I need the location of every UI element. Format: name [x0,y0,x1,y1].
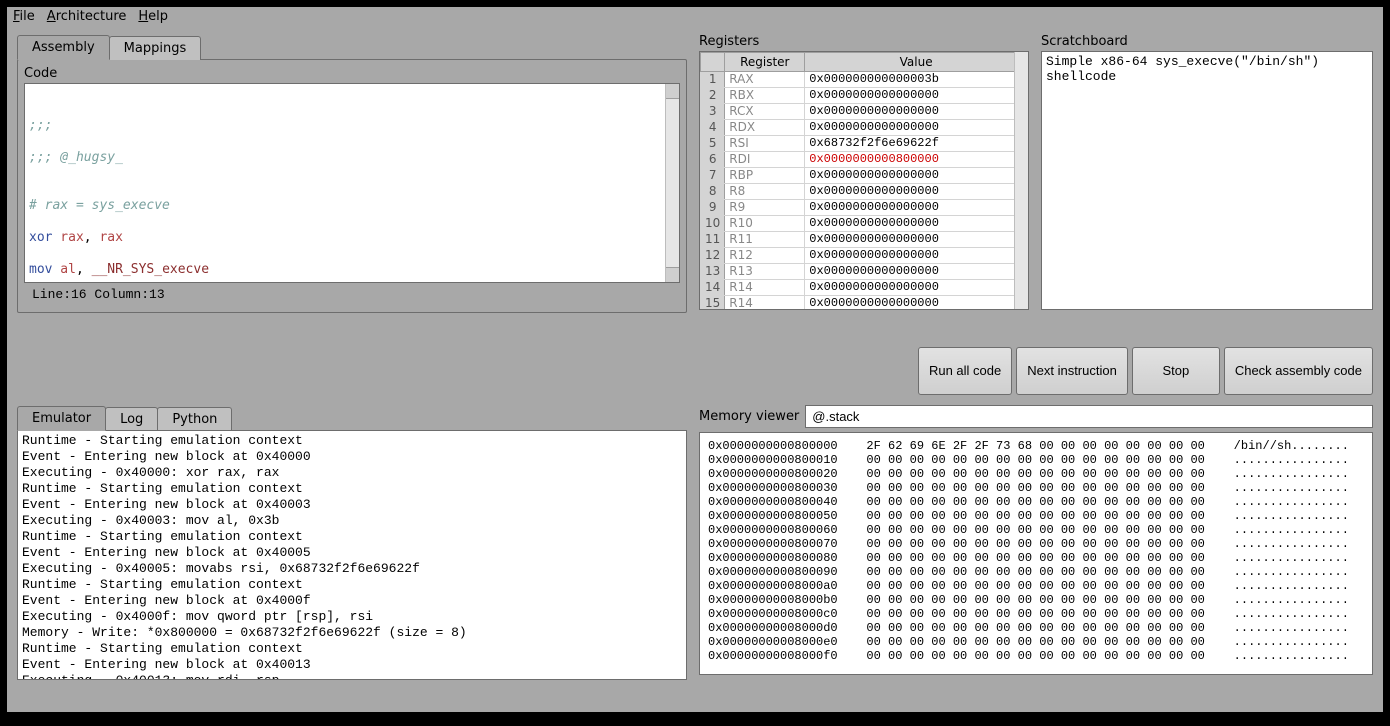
assembly-column: AssemblyMappings Code ;;; ;;; @_hugsy_ #… [17,34,687,337]
tabs-top: AssemblyMappings [17,34,687,59]
menu-file[interactable]: File [13,9,35,24]
tabs-bottom: EmulatorLogPython [17,405,687,430]
menu-help[interactable]: Help [138,9,168,24]
code-line[interactable]: xor rax, rax [29,230,675,246]
next-instruction-button[interactable]: Next instruction [1016,347,1128,396]
reg-header[interactable]: Register [725,53,805,72]
run-all-button[interactable]: Run all code [918,347,1012,396]
register-row[interactable]: 13R130x0000000000000000 [701,264,1028,280]
tab-mappings[interactable]: Mappings [109,36,202,60]
registers-table-wrap: RegisterValue1RAX0x000000000000003b2RBX0… [699,51,1029,310]
code-scrollbar[interactable] [665,84,679,282]
memory-hexdump[interactable]: 0x0000000000800000 2F 62 69 6E 2F 2F 73 … [699,432,1373,675]
memory-header: Memory viewer [699,405,1373,428]
check-assembly-button[interactable]: Check assembly code [1224,347,1373,396]
stop-button[interactable]: Stop [1132,347,1220,396]
register-row[interactable]: 3RCX0x0000000000000000 [701,104,1028,120]
menubar: File Architecture Help [7,7,1383,26]
tab-log[interactable]: Log [105,407,158,431]
register-row[interactable]: 1RAX0x000000000000003b [701,72,1028,88]
register-row[interactable]: 6RDI0x0000000000800000 [701,152,1028,168]
registers-column: Registers RegisterValue1RAX0x00000000000… [699,34,1029,337]
code-label: Code [24,66,680,81]
registers-table[interactable]: RegisterValue1RAX0x000000000000003b2RBX0… [700,52,1028,310]
register-row[interactable]: 8R80x0000000000000000 [701,184,1028,200]
registers-label: Registers [699,34,1029,49]
tab-python[interactable]: Python [157,407,232,431]
register-row[interactable]: 7RBP0x0000000000000000 [701,168,1028,184]
memory-address-input[interactable] [805,405,1373,428]
register-row[interactable]: 10R100x0000000000000000 [701,216,1028,232]
emulator-column: EmulatorLogPython Runtime - Starting emu… [17,405,687,704]
scratchboard-label: Scratchboard [1041,34,1373,49]
register-row[interactable]: 2RBX0x0000000000000000 [701,88,1028,104]
register-row[interactable]: 14R140x0000000000000000 [701,280,1028,296]
memory-column: Memory viewer 0x0000000000800000 2F 62 6… [699,405,1373,704]
code-panel: Code ;;; ;;; @_hugsy_ # rax = sys_execve… [17,59,687,313]
code-editor[interactable]: ;;; ;;; @_hugsy_ # rax = sys_execve xor … [24,83,680,283]
reg-header[interactable]: Value [805,53,1028,72]
scratchboard-column: Scratchboard Simple x86-64 sys_execve("/… [1041,34,1373,337]
tab-assembly[interactable]: Assembly [17,35,110,60]
memory-label: Memory viewer [699,409,799,424]
editor-status: Line:16 Column:13 [24,283,680,306]
tab-emulator[interactable]: Emulator [17,406,106,431]
code-line[interactable]: mov al, __NR_SYS_execve [29,262,675,278]
emulator-log[interactable]: Runtime - Starting emulation context Eve… [17,430,687,680]
register-row[interactable]: 11R110x0000000000000000 [701,232,1028,248]
register-row[interactable]: 12R120x0000000000000000 [701,248,1028,264]
register-row[interactable]: 4RDX0x0000000000000000 [701,120,1028,136]
main-area: AssemblyMappings Code ;;; ;;; @_hugsy_ #… [7,26,1383,712]
register-row[interactable]: 15R140x0000000000000000 [701,296,1028,311]
code-line[interactable]: ;;; [29,118,675,134]
menu-architecture[interactable]: Architecture [47,9,127,24]
main-window: File Architecture Help AssemblyMappings Co… [7,7,1383,712]
register-row[interactable]: 5RSI0x68732f2f6e69622f [701,136,1028,152]
button-row: Run all code Next instruction Stop Check… [17,343,1373,400]
registers-scrollbar[interactable] [1014,52,1028,309]
register-row[interactable]: 9R90x0000000000000000 [701,200,1028,216]
scratchboard-editor[interactable]: Simple x86-64 sys_execve("/bin/sh") shel… [1041,51,1373,310]
code-line[interactable]: ;;; @_hugsy_ [29,150,675,166]
code-line[interactable]: # rax = sys_execve [29,198,675,214]
